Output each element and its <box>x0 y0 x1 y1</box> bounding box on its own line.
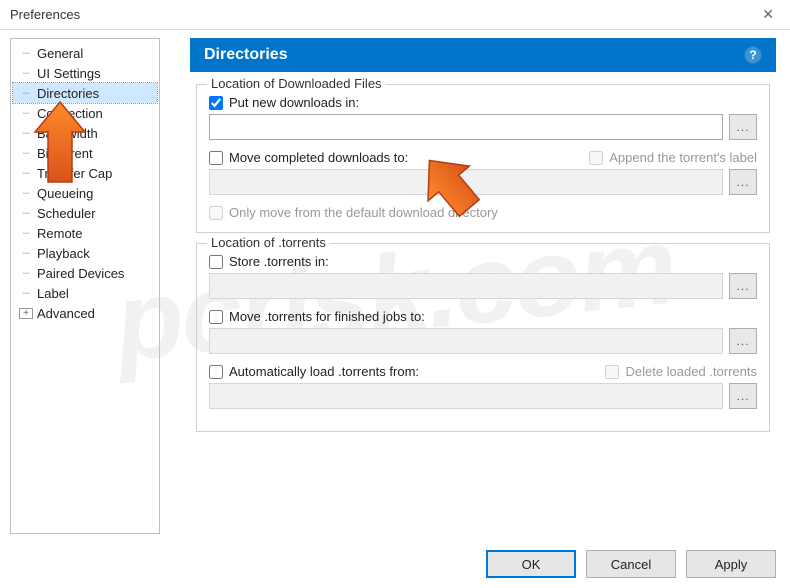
tree-dash-icon: ┄ <box>19 107 33 120</box>
tree-dash-icon: ┄ <box>19 87 33 100</box>
ok-button[interactable]: OK <box>486 550 576 578</box>
tree-dash-icon: ┄ <box>19 167 33 180</box>
sidebar-item-general[interactable]: ┄ General <box>13 43 157 63</box>
sidebar-item-label: Queueing <box>37 186 93 201</box>
tree-dash-icon: ┄ <box>19 47 33 60</box>
put-new-downloads-path-input[interactable] <box>209 114 723 140</box>
group-torrent-location: Location of .torrents Store .torrents in… <box>196 243 770 432</box>
close-icon[interactable]: ✕ <box>754 2 782 27</box>
tree-dash-icon: ┄ <box>19 187 33 200</box>
append-label-checkbox-label: Append the torrent's label <box>589 150 757 165</box>
tree-dash-icon: ┄ <box>19 267 33 280</box>
cancel-button[interactable]: Cancel <box>586 550 676 578</box>
sidebar-item-bittorrent[interactable]: ┄ BitTorrent <box>13 143 157 163</box>
checkbox-text: Move completed downloads to: <box>229 150 408 165</box>
put-new-downloads-checkbox[interactable] <box>209 96 223 110</box>
tree-dash-icon: ┄ <box>19 147 33 160</box>
put-new-downloads-checkbox-label[interactable]: Put new downloads in: <box>209 95 757 110</box>
move-completed-checkbox-label[interactable]: Move completed downloads to: <box>209 150 408 165</box>
tree-dash-icon: ┄ <box>19 247 33 260</box>
main-panel: Directories ? Location of Downloaded Fil… <box>190 38 780 534</box>
sidebar-item-label: Remote <box>37 226 83 241</box>
page-title: Directories <box>204 46 288 64</box>
group-title: Location of .torrents <box>207 235 330 250</box>
help-icon[interactable]: ? <box>744 46 762 64</box>
checkbox-text: Only move from the default download dire… <box>229 205 498 220</box>
sidebar-item-label: Transfer Cap <box>37 166 112 181</box>
tree-dash-icon: ┄ <box>19 207 33 220</box>
checkbox-text: Put new downloads in: <box>229 95 359 110</box>
sidebar-item-remote[interactable]: ┄ Remote <box>13 223 157 243</box>
autoload-torrents-path-input <box>209 383 723 409</box>
autoload-torrents-checkbox[interactable] <box>209 365 223 379</box>
sidebar-item-label[interactable]: ┄ Label <box>13 283 157 303</box>
sidebar-item-transfer-cap[interactable]: ┄ Transfer Cap <box>13 163 157 183</box>
delete-loaded-torrents-checkbox <box>605 365 619 379</box>
browse-button[interactable]: ... <box>729 328 757 354</box>
sidebar-item-label: Directories <box>37 86 99 101</box>
tree-dash-icon: ┄ <box>19 127 33 140</box>
apply-button[interactable]: Apply <box>686 550 776 578</box>
expand-icon[interactable]: + <box>19 308 33 319</box>
sidebar-item-label: Scheduler <box>37 206 96 221</box>
titlebar: Preferences ✕ <box>0 0 790 30</box>
window-title: Preferences <box>10 7 80 22</box>
checkbox-text: Delete loaded .torrents <box>625 364 757 379</box>
dialog-footer: OK Cancel Apply <box>486 550 776 578</box>
tree-dash-icon: ┄ <box>19 287 33 300</box>
move-finished-torrents-checkbox[interactable] <box>209 310 223 324</box>
sidebar-item-label: Paired Devices <box>37 266 124 281</box>
sidebar-item-ui-settings[interactable]: ┄ UI Settings <box>13 63 157 83</box>
browse-button[interactable]: ... <box>729 114 757 140</box>
only-move-default-checkbox-label: Only move from the default download dire… <box>209 205 757 220</box>
sidebar-item-label: Advanced <box>37 306 95 321</box>
sidebar-item-label: BitTorrent <box>37 146 93 161</box>
sidebar-item-bandwidth[interactable]: ┄ Bandwidth <box>13 123 157 143</box>
delete-loaded-torrents-checkbox-label: Delete loaded .torrents <box>605 364 757 379</box>
sidebar-item-playback[interactable]: ┄ Playback <box>13 243 157 263</box>
sidebar-item-directories[interactable]: ┄ Directories <box>13 83 157 103</box>
move-finished-torrents-checkbox-label[interactable]: Move .torrents for finished jobs to: <box>209 309 757 324</box>
tree-dash-icon: ┄ <box>19 227 33 240</box>
sidebar-item-advanced[interactable]: + Advanced <box>13 303 157 323</box>
sidebar-item-label: Bandwidth <box>37 126 98 141</box>
sidebar-item-scheduler[interactable]: ┄ Scheduler <box>13 203 157 223</box>
content-area: ┄ General ┄ UI Settings ┄ Directories ┄ Conn… <box>0 30 790 538</box>
store-torrents-checkbox-label[interactable]: Store .torrents in: <box>209 254 757 269</box>
sidebar-item-label: Connection <box>37 106 103 121</box>
browse-button[interactable]: ... <box>729 169 757 195</box>
sidebar-item-connection[interactable]: ┄ Connection <box>13 103 157 123</box>
sidebar-tree: ┄ General ┄ UI Settings ┄ Directories ┄ Conn… <box>10 38 160 534</box>
sidebar-item-label: General <box>37 46 83 61</box>
checkbox-text: Move .torrents for finished jobs to: <box>229 309 425 324</box>
move-finished-torrents-path-input <box>209 328 723 354</box>
sidebar-item-queueing[interactable]: ┄ Queueing <box>13 183 157 203</box>
browse-button[interactable]: ... <box>729 383 757 409</box>
store-torrents-checkbox[interactable] <box>209 255 223 269</box>
move-completed-checkbox[interactable] <box>209 151 223 165</box>
sidebar-item-label: Playback <box>37 246 90 261</box>
checkbox-text: Store .torrents in: <box>229 254 329 269</box>
group-downloaded-files: Location of Downloaded Files Put new dow… <box>196 84 770 233</box>
store-torrents-path-input <box>209 273 723 299</box>
sidebar-item-label: UI Settings <box>37 66 101 81</box>
tree-dash-icon: ┄ <box>19 67 33 80</box>
browse-button[interactable]: ... <box>729 273 757 299</box>
checkbox-text: Automatically load .torrents from: <box>229 364 419 379</box>
append-label-checkbox <box>589 151 603 165</box>
autoload-torrents-checkbox-label[interactable]: Automatically load .torrents from: <box>209 364 419 379</box>
page-header: Directories ? <box>190 38 776 72</box>
checkbox-text: Append the torrent's label <box>609 150 757 165</box>
move-completed-path-input <box>209 169 723 195</box>
sidebar-item-paired-devices[interactable]: ┄ Paired Devices <box>13 263 157 283</box>
only-move-default-checkbox <box>209 206 223 220</box>
sidebar-item-label-text: Label <box>37 286 69 301</box>
group-title: Location of Downloaded Files <box>207 76 386 91</box>
